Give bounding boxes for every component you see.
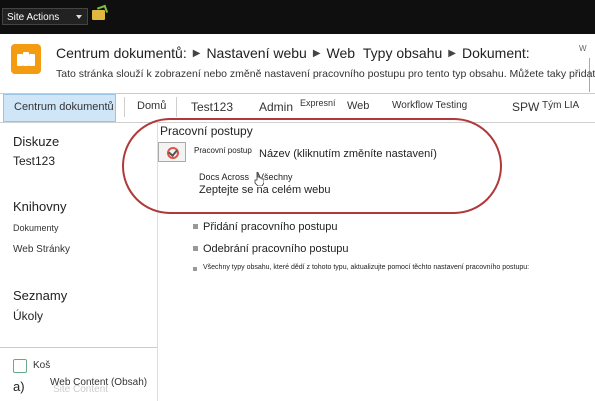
chevron-down-icon	[76, 15, 82, 19]
site-logo-icon[interactable]	[11, 44, 41, 74]
chevron-right-icon: ▶	[192, 48, 201, 59]
chevron-right-icon: ▶	[312, 48, 321, 59]
mouse-pointer-icon	[254, 172, 264, 186]
nav-item-test123[interactable]: Test123	[191, 100, 233, 114]
update-workflow-link[interactable]: Všechny typy obsahu, které dědí z tohoto…	[203, 264, 529, 271]
site-actions-menu[interactable]: Site Actions	[2, 8, 88, 25]
annotation-label: a)	[13, 379, 25, 394]
divider	[176, 97, 177, 117]
nav-item-domu[interactable]: Domů	[137, 100, 166, 112]
top-bar: Site Actions	[0, 0, 595, 34]
corner-text: W	[579, 44, 587, 53]
nav-item-tym-lia[interactable]: Tým LIA	[542, 100, 579, 111]
nav-item-spw[interactable]: SPW	[512, 100, 539, 114]
page-description: Tato stránka slouží k zobrazení nebo změ…	[56, 68, 595, 80]
breadcrumb: Centrum dokumentů: ▶ Nastavení webu ▶ Web Ty…	[56, 45, 530, 61]
nav-item-admin[interactable]: Admin	[259, 100, 293, 114]
quick-launch-heading-seznamy[interactable]: Seznamy	[13, 288, 67, 303]
remove-workflow-link[interactable]: Odebrání pracovního postupu	[203, 243, 349, 255]
quick-launch-heading-knihovny[interactable]: Knihovny	[13, 199, 66, 214]
quick-launch-item-web-stranky[interactable]: Web Stránky	[13, 244, 70, 255]
nav-item-expresni[interactable]: Expresní	[300, 98, 336, 108]
navigate-up-folder-icon[interactable]	[92, 10, 105, 20]
breadcrumb-item: Dokument:	[461, 45, 530, 61]
divider	[124, 97, 125, 117]
page-header	[0, 34, 595, 92]
highlight-oval	[122, 118, 502, 214]
breadcrumb-item[interactable]: Centrum dokumentů:	[56, 45, 187, 61]
quick-launch-heading-diskuze[interactable]: Diskuze	[13, 134, 59, 149]
quick-launch-item-web-content[interactable]: Web Content (Obsah)	[50, 377, 147, 388]
quick-launch-item-ukoly[interactable]: Úkoly	[13, 309, 43, 323]
divider	[0, 347, 157, 348]
nav-item-workflow-testing[interactable]: Workflow Testing	[392, 100, 467, 111]
bullet-icon	[193, 267, 197, 271]
chevron-right-icon: ▶	[448, 48, 456, 59]
quick-launch-item-test123[interactable]: Test123	[13, 154, 55, 168]
breadcrumb-item[interactable]: Typy obsahu	[363, 45, 442, 61]
breadcrumb-item[interactable]: Web	[327, 45, 356, 61]
recycle-bin-icon	[13, 359, 27, 373]
bullet-icon	[193, 224, 198, 229]
quick-launch-item-kos[interactable]: Koš	[33, 360, 50, 371]
add-workflow-link[interactable]: Přidání pracovního postupu	[203, 221, 338, 233]
bullet-icon	[193, 246, 198, 251]
nav-item-centrum-dokumentu[interactable]: Centrum dokumentů	[3, 94, 116, 122]
breadcrumb-item[interactable]: Nastavení webu	[206, 45, 306, 61]
nav-item-web[interactable]: Web	[347, 100, 369, 112]
site-actions-label: Site Actions	[7, 12, 60, 23]
quick-launch-item-dokumenty[interactable]: Dokumenty	[13, 223, 59, 233]
